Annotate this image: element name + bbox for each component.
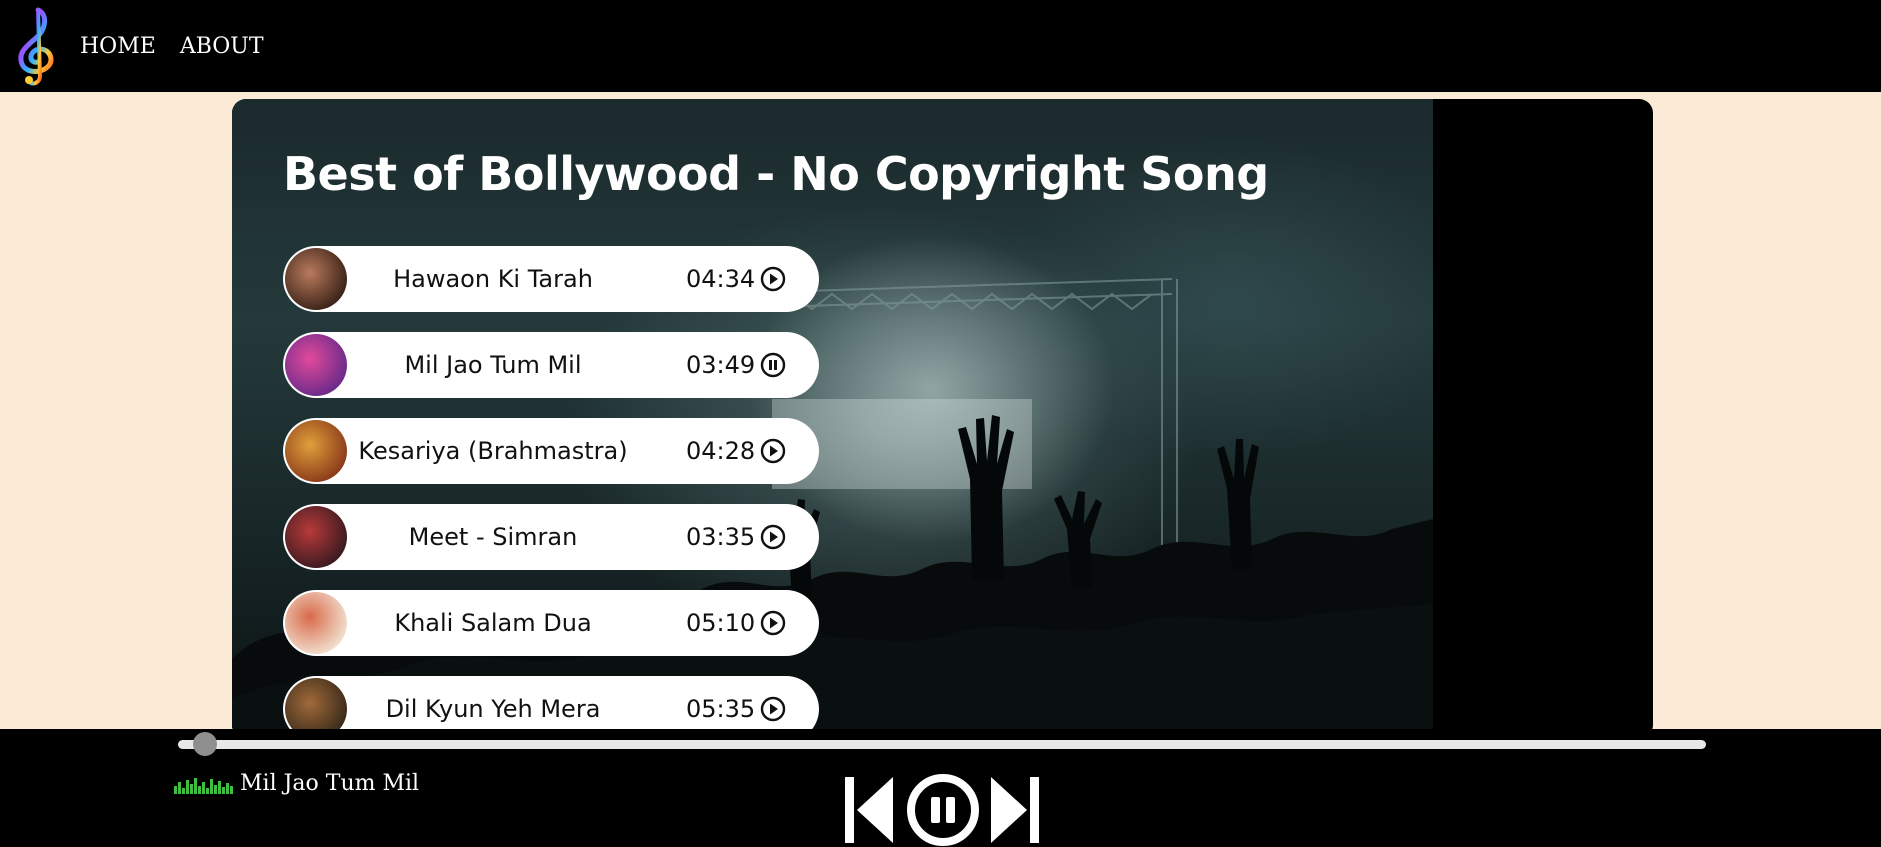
song-duration: 03:35 [686, 523, 756, 551]
song-thumbnail [285, 592, 347, 654]
song-title: Meet - Simran [408, 523, 578, 551]
progress-bar[interactable] [178, 740, 1706, 749]
play-icon[interactable] [760, 438, 786, 464]
navbar: HOME ABOUT [0, 0, 1881, 92]
play-icon[interactable] [760, 266, 786, 292]
now-playing-title: Mil Jao Tum Mil [240, 771, 420, 796]
now-playing: Mil Jao Tum Mil [174, 771, 419, 796]
song-thumbnail [285, 248, 347, 310]
song-duration: 05:10 [686, 609, 756, 637]
previous-icon[interactable] [845, 777, 893, 843]
song-item[interactable]: Hawaon Ki Tarah 04:34 [283, 246, 819, 312]
song-item[interactable]: Mil Jao Tum Mil 03:49 [283, 332, 819, 398]
song-item[interactable]: Kesariya (Brahmastra) 04:28 [283, 418, 819, 484]
song-item[interactable]: Meet - Simran 03:35 [283, 504, 819, 570]
song-thumbnail [285, 334, 347, 396]
song-duration: 04:28 [686, 437, 756, 465]
song-title: Hawaon Ki Tarah [393, 265, 593, 293]
nav-home-link[interactable]: HOME [80, 34, 156, 59]
song-duration: 04:34 [686, 265, 756, 293]
pause-icon[interactable] [760, 352, 786, 378]
song-title: Mil Jao Tum Mil [404, 351, 582, 379]
equalizer-icon [174, 777, 233, 794]
playlist-container: Best of Bollywood - No Copyright Song Ha… [232, 99, 1653, 739]
next-icon[interactable] [991, 777, 1039, 843]
play-icon[interactable] [760, 524, 786, 550]
song-thumbnail [285, 506, 347, 568]
playlist-title: Best of Bollywood - No Copyright Song [283, 147, 1269, 201]
song-title: Kesariya (Brahmastra) [358, 437, 628, 465]
nav-about-link[interactable]: ABOUT [180, 34, 264, 59]
song-title: Khali Salam Dua [394, 609, 592, 637]
bottom-player-bar: Mil Jao Tum Mil [0, 729, 1881, 847]
song-item[interactable]: Khali Salam Dua 05:10 [283, 590, 819, 656]
play-icon[interactable] [760, 696, 786, 722]
pause-icon[interactable] [906, 773, 980, 847]
treble-clef-logo-icon[interactable] [8, 4, 64, 88]
song-duration: 03:49 [686, 351, 756, 379]
progress-thumb[interactable] [193, 732, 217, 756]
song-thumbnail [285, 420, 347, 482]
play-icon[interactable] [760, 610, 786, 636]
